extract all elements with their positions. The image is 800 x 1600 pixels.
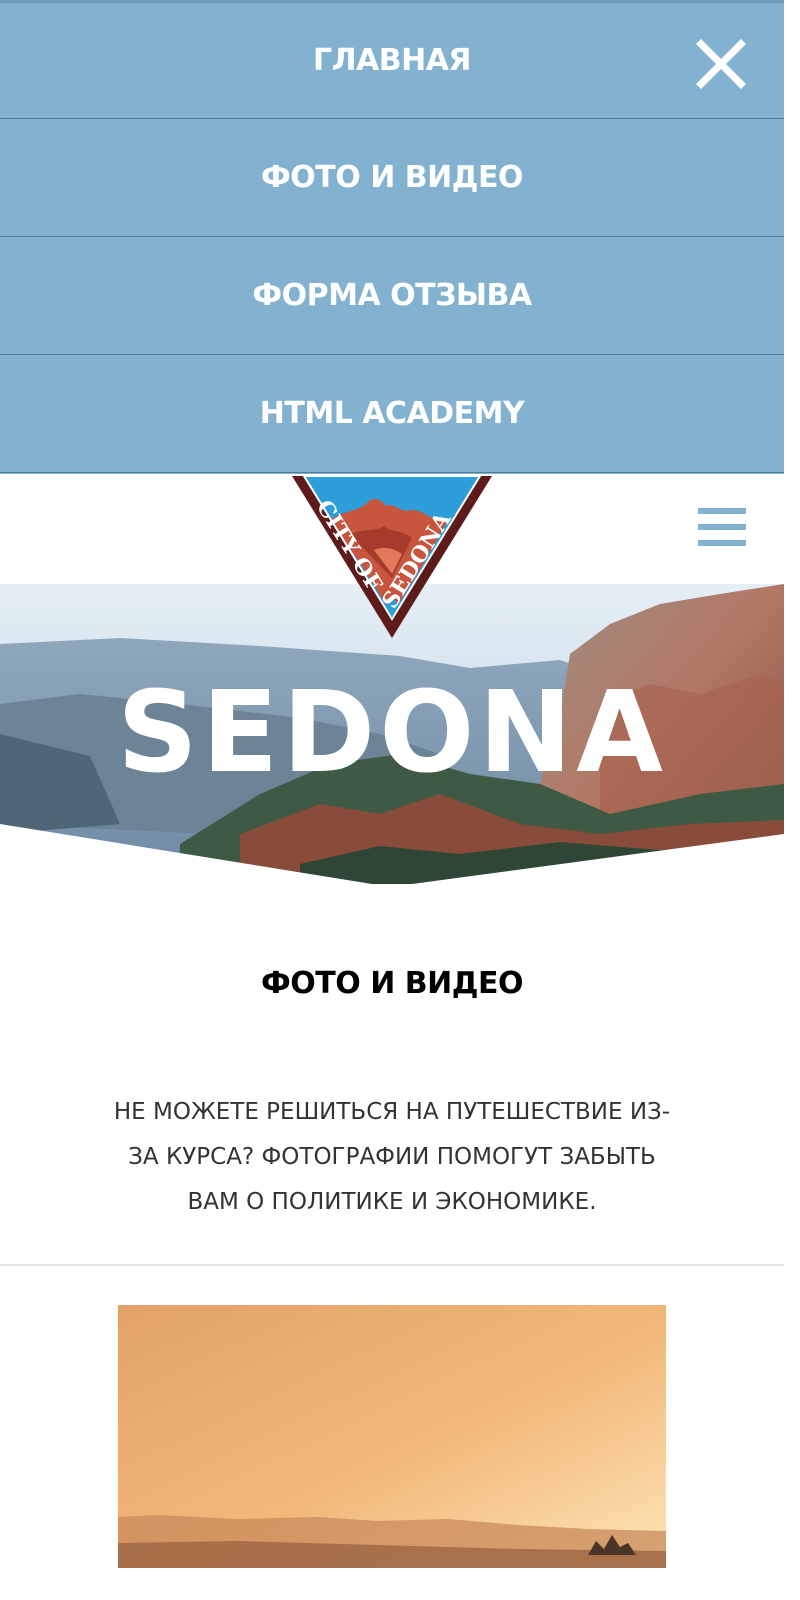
- city-of-sedona-logo[interactable]: CITY OF SEDONA: [290, 474, 494, 640]
- nav-item-photo-video[interactable]: ФОТО И ВИДЕО: [0, 119, 784, 237]
- main-nav: ГЛАВНАЯ ФОТО И ВИДЕО ФОРМА ОТЗЫВА HTML A…: [0, 0, 784, 474]
- nav-item-label[interactable]: HTML ACADEMY: [260, 396, 525, 431]
- nav-item-home[interactable]: ГЛАВНАЯ: [0, 0, 784, 119]
- section-description: НЕ МОЖЕТЕ РЕШИТЬСЯ НА ПУТЕШЕСТВИЕ ИЗ-ЗА …: [113, 1099, 671, 1215]
- close-icon[interactable]: [696, 39, 746, 89]
- nav-item-feedback-form[interactable]: ФОРМА ОТЗЫВА: [0, 237, 784, 355]
- hamburger-bar: [698, 524, 746, 530]
- section-divider: [0, 1264, 784, 1266]
- hero-title: SEDONA: [117, 668, 667, 798]
- hamburger-bar: [698, 540, 746, 546]
- nav-item-label[interactable]: ФОТО И ВИДЕО: [261, 160, 523, 195]
- site-header: CITY OF SEDONA: [0, 474, 784, 638]
- hamburger-icon[interactable]: [698, 508, 746, 550]
- nav-item-label[interactable]: ГЛАВНАЯ: [313, 43, 472, 78]
- nav-item-label[interactable]: ФОРМА ОТЗЫВА: [252, 278, 532, 313]
- nav-item-html-academy[interactable]: HTML ACADEMY: [0, 355, 784, 473]
- section-title: ФОТО И ВИДЕО: [261, 966, 523, 1001]
- gallery-photo[interactable]: [118, 1305, 666, 1568]
- page: ГЛАВНАЯ ФОТО И ВИДЕО ФОРМА ОТЗЫВА HTML A…: [0, 0, 784, 1568]
- hamburger-bar: [698, 508, 746, 514]
